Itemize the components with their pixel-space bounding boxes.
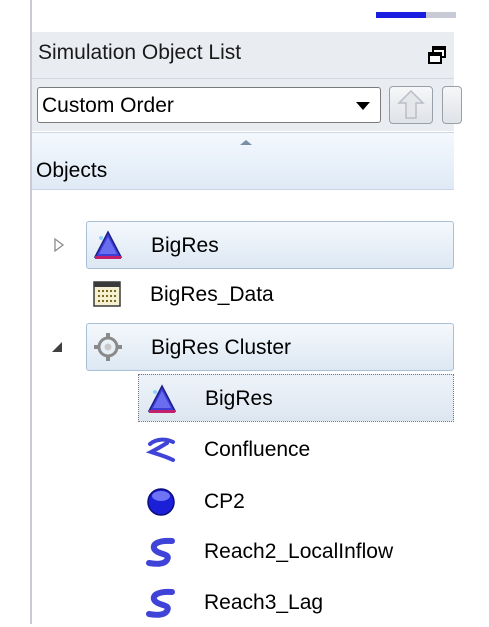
objects-column-label: Objects: [36, 159, 108, 182]
tree-item-label: BigRes Cluster: [151, 336, 292, 359]
order-dropdown[interactable]: Custom Order: [37, 87, 381, 123]
reach-icon: [146, 537, 175, 567]
tree-item-bigres-cluster[interactable]: BigRes Cluster: [86, 323, 454, 371]
data-table-icon: [93, 281, 121, 307]
control-point-icon: [147, 488, 175, 516]
expand-arrow-icon[interactable]: [52, 237, 66, 253]
tree-item-label: Reach2_LocalInflow: [204, 540, 394, 563]
tree-item-label: BigRes: [151, 234, 219, 257]
panel-title: Simulation Object List: [38, 41, 242, 64]
move-down-button[interactable]: [442, 86, 462, 124]
tree-item-label: BigRes_Data: [150, 283, 274, 306]
tree-item-reach3-lag[interactable]: Reach3_Lag: [138, 579, 454, 627]
move-up-button[interactable]: [389, 86, 433, 124]
tree-item-confluence[interactable]: Confluence: [138, 426, 454, 474]
panel-title-bar: Simulation Object List: [32, 32, 454, 79]
chevron-down-icon: [356, 102, 370, 110]
window-top-strip: [0, 0, 489, 32]
sort-ascending-icon: [240, 140, 252, 145]
active-tab-indicator: [376, 12, 426, 18]
reservoir-icon: [93, 230, 123, 259]
order-dropdown-value: Custom Order: [42, 94, 174, 117]
collapse-arrow-icon[interactable]: [50, 340, 64, 354]
tree-item-cp2[interactable]: CP2: [138, 478, 454, 526]
float-window-icon[interactable]: [427, 45, 447, 65]
tree-item-label: BigRes: [205, 387, 273, 410]
simulation-object-list-panel: Simulation Object List Custom Order Obje…: [32, 32, 462, 627]
reservoir-icon: [147, 384, 177, 413]
reach-icon: [146, 588, 175, 618]
tree-item-label: Reach3_Lag: [204, 591, 324, 614]
inactive-tab-indicator: [426, 12, 456, 18]
up-arrow-icon: [397, 89, 425, 119]
list-toolbar: Custom Order: [32, 79, 462, 131]
tree-item-label: CP2: [204, 490, 245, 513]
tree-item-bigres-child[interactable]: BigRes: [138, 374, 454, 422]
tree-item-label: Confluence: [204, 438, 311, 461]
confluence-icon: [145, 437, 175, 462]
tree-item-bigres[interactable]: BigRes: [86, 221, 454, 269]
cluster-gear-icon: [94, 333, 122, 361]
tree-item-reach2-localinflow[interactable]: Reach2_LocalInflow: [138, 528, 454, 576]
objects-column-header[interactable]: Objects: [32, 132, 454, 190]
tree-item-bigres-data[interactable]: BigRes_Data: [86, 271, 454, 319]
